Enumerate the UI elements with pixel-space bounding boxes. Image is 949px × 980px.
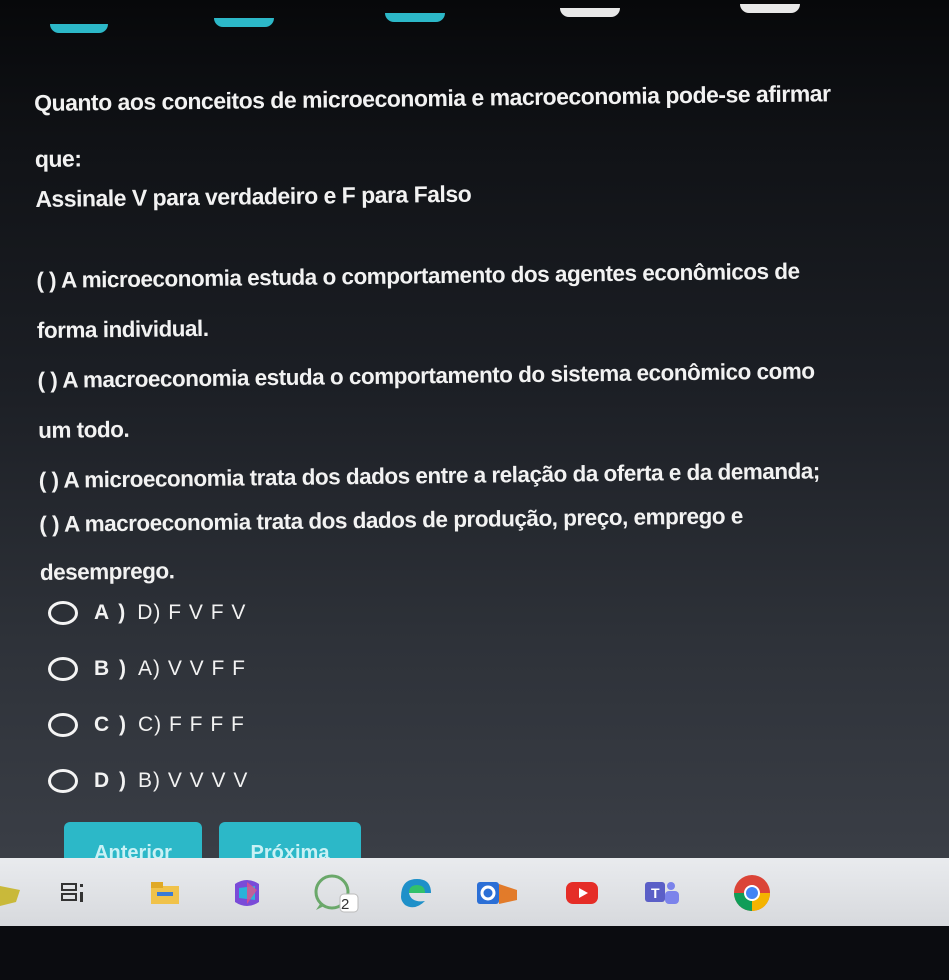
statement-2-line-1: ( ) A macroeconomia estuda o comportamen… — [37, 358, 815, 393]
option-b[interactable]: B ) A) V V F F — [48, 641, 448, 697]
edge-icon[interactable] — [393, 876, 437, 910]
progress-mark-1[interactable] — [50, 24, 108, 33]
screen: Quanto aos conceitos de microeconomia e … — [0, 0, 949, 858]
whatsapp-badge: 2 — [341, 896, 350, 913]
taskbar: 2 T — [0, 858, 949, 926]
chrome-icon[interactable] — [727, 872, 777, 914]
progress-mark-4[interactable] — [560, 8, 620, 17]
radio-button-b[interactable] — [48, 657, 78, 681]
option-d-letter: D ) — [94, 769, 128, 792]
statement-4-line-1: ( ) A macroeconomia trata dos dados de p… — [39, 503, 743, 537]
progress-indicator — [0, 0, 949, 40]
progress-mark-3[interactable] — [385, 13, 445, 22]
whatsapp-icon[interactable] — [306, 872, 360, 914]
monitor-bezel — [0, 926, 949, 980]
office-icon[interactable] — [225, 876, 269, 910]
option-c-letter: C ) — [94, 713, 128, 736]
youtube-icon[interactable] — [560, 876, 604, 910]
question-title-line-2: que: — [34, 145, 82, 172]
option-c[interactable]: C ) C) F F F F — [48, 697, 448, 753]
question-instruction: Assinale V para verdadeiro e F para Fals… — [35, 180, 472, 212]
radio-button-c[interactable] — [48, 713, 78, 737]
office-online-icon[interactable] — [474, 876, 520, 910]
svg-text:T: T — [651, 885, 660, 901]
task-view-icon[interactable] — [56, 876, 96, 910]
option-d[interactable]: D ) B) V V V V — [48, 753, 448, 809]
option-d-text: B) V V V V — [138, 769, 249, 792]
statement-2-line-2: um todo. — [38, 416, 130, 443]
statement-1-line-2: forma individual. — [36, 315, 209, 343]
progress-mark-5[interactable] — [740, 4, 800, 13]
partial-app-icon[interactable] — [0, 876, 24, 910]
statement-4-line-2: desemprego. — [39, 558, 175, 585]
next-button[interactable]: Próxima — [219, 822, 361, 858]
statement-3-line-1: ( ) A microeconomia trata dos dados entr… — [38, 458, 820, 493]
answer-options: A ) D) F V F V B ) A) V V F F C ) C) F F… — [48, 585, 448, 809]
radio-button-a[interactable] — [48, 601, 78, 625]
option-a[interactable]: A ) D) F V F V — [48, 585, 448, 641]
teams-icon[interactable]: T — [640, 876, 686, 910]
radio-button-d[interactable] — [48, 769, 78, 793]
option-a-letter: A ) — [94, 601, 128, 624]
question-block: Quanto aos conceitos de microeconomia e … — [34, 77, 930, 588]
previous-button[interactable]: Anterior — [64, 822, 202, 858]
option-c-text: C) F F F F — [138, 713, 245, 736]
statement-1-line-1: ( ) A microeconomia estuda o comportamen… — [36, 258, 800, 293]
option-b-text: A) V V F F — [138, 657, 247, 680]
option-a-text: D) F V F V — [137, 601, 247, 624]
file-explorer-icon[interactable] — [145, 876, 185, 910]
option-b-letter: B ) — [94, 657, 128, 680]
question-title-line-1: Quanto aos conceitos de microeconomia e … — [34, 80, 831, 116]
progress-mark-2[interactable] — [214, 18, 274, 27]
